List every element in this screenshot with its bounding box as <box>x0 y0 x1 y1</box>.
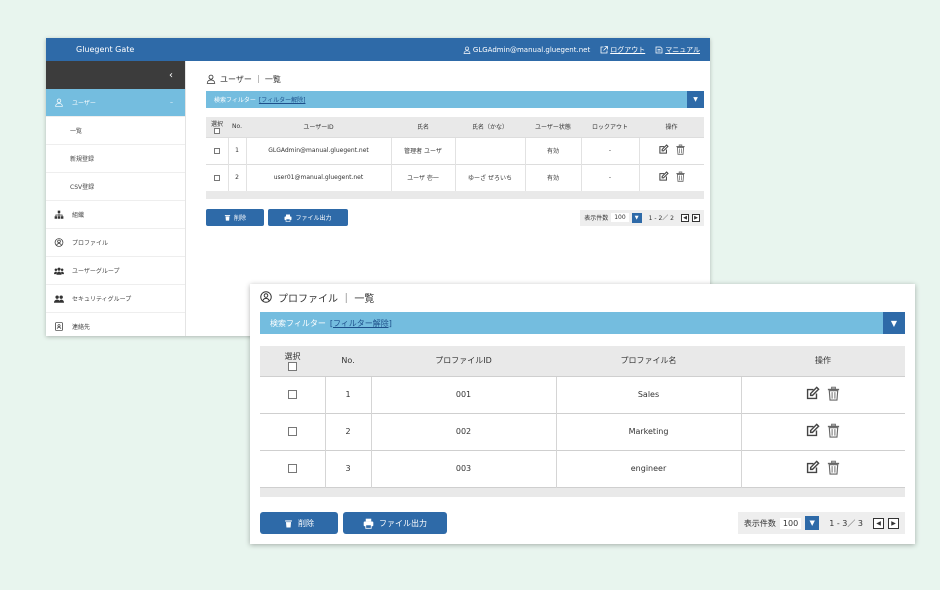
sidebar-item-user-group[interactable]: ユーザーグループ <box>46 257 185 285</box>
chevron-down-icon[interactable]: ▼ <box>805 516 820 530</box>
manual-link[interactable]: マニュアル <box>655 45 700 55</box>
pagination: 表示件数 100 ▼ 1 - 3／ 3 ◀ ▶ <box>737 512 905 534</box>
prev-page-button[interactable]: ◀ <box>681 213 689 222</box>
sidebar-item-user-new[interactable]: 新規登録 <box>46 145 185 173</box>
next-page-button[interactable]: ▶ <box>692 213 700 222</box>
sidebar-item-users[interactable]: ユーザー – <box>46 89 185 117</box>
org-icon <box>54 210 64 220</box>
profile-icon <box>260 291 272 303</box>
search-filter-bar[interactable]: 検索フィルター [フィルター解除] ▼ <box>206 91 704 108</box>
column-kana: 氏名（かな） <box>455 117 525 137</box>
search-filter-bar[interactable]: 検索フィルター [フィルター解除] ▼ <box>260 312 905 334</box>
profiles-table: 選択 No. プロファイルID プロファイル名 操作 1 001 Sales 2 <box>260 346 905 497</box>
select-all-checkbox[interactable] <box>214 128 220 135</box>
clear-filter-link[interactable]: [フィルター解除] <box>259 95 306 104</box>
table-row: 1 GLGAdmin@manual.gluegent.net 管理者 ユーザ 有… <box>206 136 704 164</box>
trash-icon[interactable] <box>826 423 841 438</box>
collapse-icon: – <box>170 99 173 106</box>
sidebar-item-org[interactable]: 組織 <box>46 201 185 229</box>
chevron-down-icon[interactable]: ▼ <box>687 91 704 108</box>
trash-icon[interactable] <box>675 171 686 182</box>
sidebar-item-user-csv[interactable]: CSV登録 <box>46 173 185 201</box>
column-actions: 操作 <box>639 117 704 137</box>
delete-button[interactable]: 削除 <box>260 512 338 534</box>
account-email: GLGAdmin@manual.gluegent.net <box>472 45 591 54</box>
sidebar-item-user-list[interactable]: 一覧 <box>46 117 185 145</box>
trash-icon[interactable] <box>826 386 841 401</box>
column-select: 選択 <box>260 346 325 376</box>
column-no: No. <box>228 117 246 137</box>
sidebar-item-security-group[interactable]: セキュリティグループ <box>46 285 185 313</box>
export-button[interactable]: ファイル出力 <box>343 512 447 534</box>
trash-icon[interactable] <box>826 460 841 475</box>
edit-icon[interactable] <box>658 144 669 155</box>
table-row: 3 003 engineer <box>260 449 905 487</box>
export-button[interactable]: ファイル出力 <box>268 209 348 226</box>
sidebar-collapse-button[interactable]: ‹ <box>46 61 185 89</box>
logout-link[interactable]: ログアウト <box>600 45 645 55</box>
account-link[interactable]: GLGAdmin@manual.gluegent.net <box>463 46 590 54</box>
table-row: 2 002 Marketing <box>260 412 905 450</box>
sidebar-item-contact[interactable]: 連絡先 <box>46 313 185 336</box>
column-lockout: ロックアウト <box>581 117 639 137</box>
contact-icon <box>54 322 64 331</box>
users-actions: 削除 ファイル出力 表示件数 100 ▼ 1 - 2／ 2 ◀ ▶ <box>206 209 704 226</box>
row-checkbox[interactable] <box>213 147 220 154</box>
next-page-button[interactable]: ▶ <box>888 517 899 529</box>
profiles-window: プロファイル ｜ 一覧 検索フィルター [フィルター解除] ▼ 選択 No. プ… <box>250 284 915 544</box>
page-range: 1 - 2／ 2 <box>648 215 674 222</box>
edit-icon[interactable] <box>658 171 669 182</box>
page-size-select[interactable]: 100 <box>611 213 629 222</box>
table-row: 1 001 Sales <box>260 375 905 413</box>
chevron-down-icon[interactable]: ▼ <box>883 312 905 334</box>
row-checkbox[interactable] <box>213 174 220 181</box>
page-size-select[interactable]: 100 <box>779 517 802 529</box>
user-icon <box>54 98 64 107</box>
row-checkbox[interactable] <box>287 427 297 436</box>
trash-icon <box>284 519 293 528</box>
column-status: ユーザー状態 <box>525 117 581 137</box>
edit-icon[interactable] <box>805 423 820 438</box>
user-icon <box>463 46 471 54</box>
printer-icon <box>284 214 292 222</box>
select-all-checkbox[interactable] <box>288 361 297 371</box>
column-actions: 操作 <box>741 346 905 376</box>
table-row: 2 user01@manual.gluegent.net ユーザ 壱一 ゆーざ … <box>206 163 704 191</box>
column-no: No. <box>325 346 371 376</box>
brand-logo: Gluegent Gate <box>76 45 135 54</box>
user-group-icon <box>54 266 64 276</box>
edit-icon[interactable] <box>805 460 820 475</box>
chevron-down-icon[interactable]: ▼ <box>631 212 642 223</box>
manual-icon <box>655 46 663 54</box>
delete-button[interactable]: 削除 <box>206 209 264 226</box>
prev-page-button[interactable]: ◀ <box>873 517 884 529</box>
clear-filter-link[interactable]: [フィルター解除] <box>330 318 392 329</box>
row-checkbox[interactable] <box>287 464 297 473</box>
printer-icon <box>363 518 374 529</box>
sidebar: ‹ ユーザー – 一覧 新規登録 CSV登録 組織 プロファイル ユーザーグルー… <box>46 61 186 336</box>
page-range: 1 - 3／ 3 <box>829 518 863 528</box>
column-profile-id: プロファイルID <box>371 346 556 376</box>
row-checkbox[interactable] <box>287 390 297 399</box>
column-user-id: ユーザーID <box>246 117 391 137</box>
column-name: 氏名 <box>391 117 455 137</box>
pagination: 表示件数 100 ▼ 1 - 2／ 2 ◀ ▶ <box>580 209 704 226</box>
app-header: Gluegent Gate GLGAdmin@manual.gluegent.n… <box>46 38 710 61</box>
trash-icon[interactable] <box>675 144 686 155</box>
users-table: 選択 No. ユーザーID 氏名 氏名（かな） ユーザー状態 ロックアウト 操作… <box>206 117 704 199</box>
edit-icon[interactable] <box>805 386 820 401</box>
column-select: 選択 <box>206 117 228 137</box>
sidebar-item-profile[interactable]: プロファイル <box>46 229 185 257</box>
profiles-actions: 削除 ファイル出力 表示件数 100 ▼ 1 - 3／ 3 ◀ ▶ <box>260 512 905 534</box>
trash-icon <box>224 214 231 221</box>
column-profile-name: プロファイル名 <box>556 346 741 376</box>
page-title: ユーザー ｜ 一覧 <box>206 71 704 87</box>
page-title: プロファイル ｜ 一覧 <box>260 284 905 310</box>
user-icon <box>206 74 216 84</box>
profile-icon <box>54 238 64 247</box>
security-group-icon <box>54 294 64 304</box>
chevron-left-icon: ‹ <box>169 69 173 81</box>
external-link-icon <box>600 46 608 54</box>
